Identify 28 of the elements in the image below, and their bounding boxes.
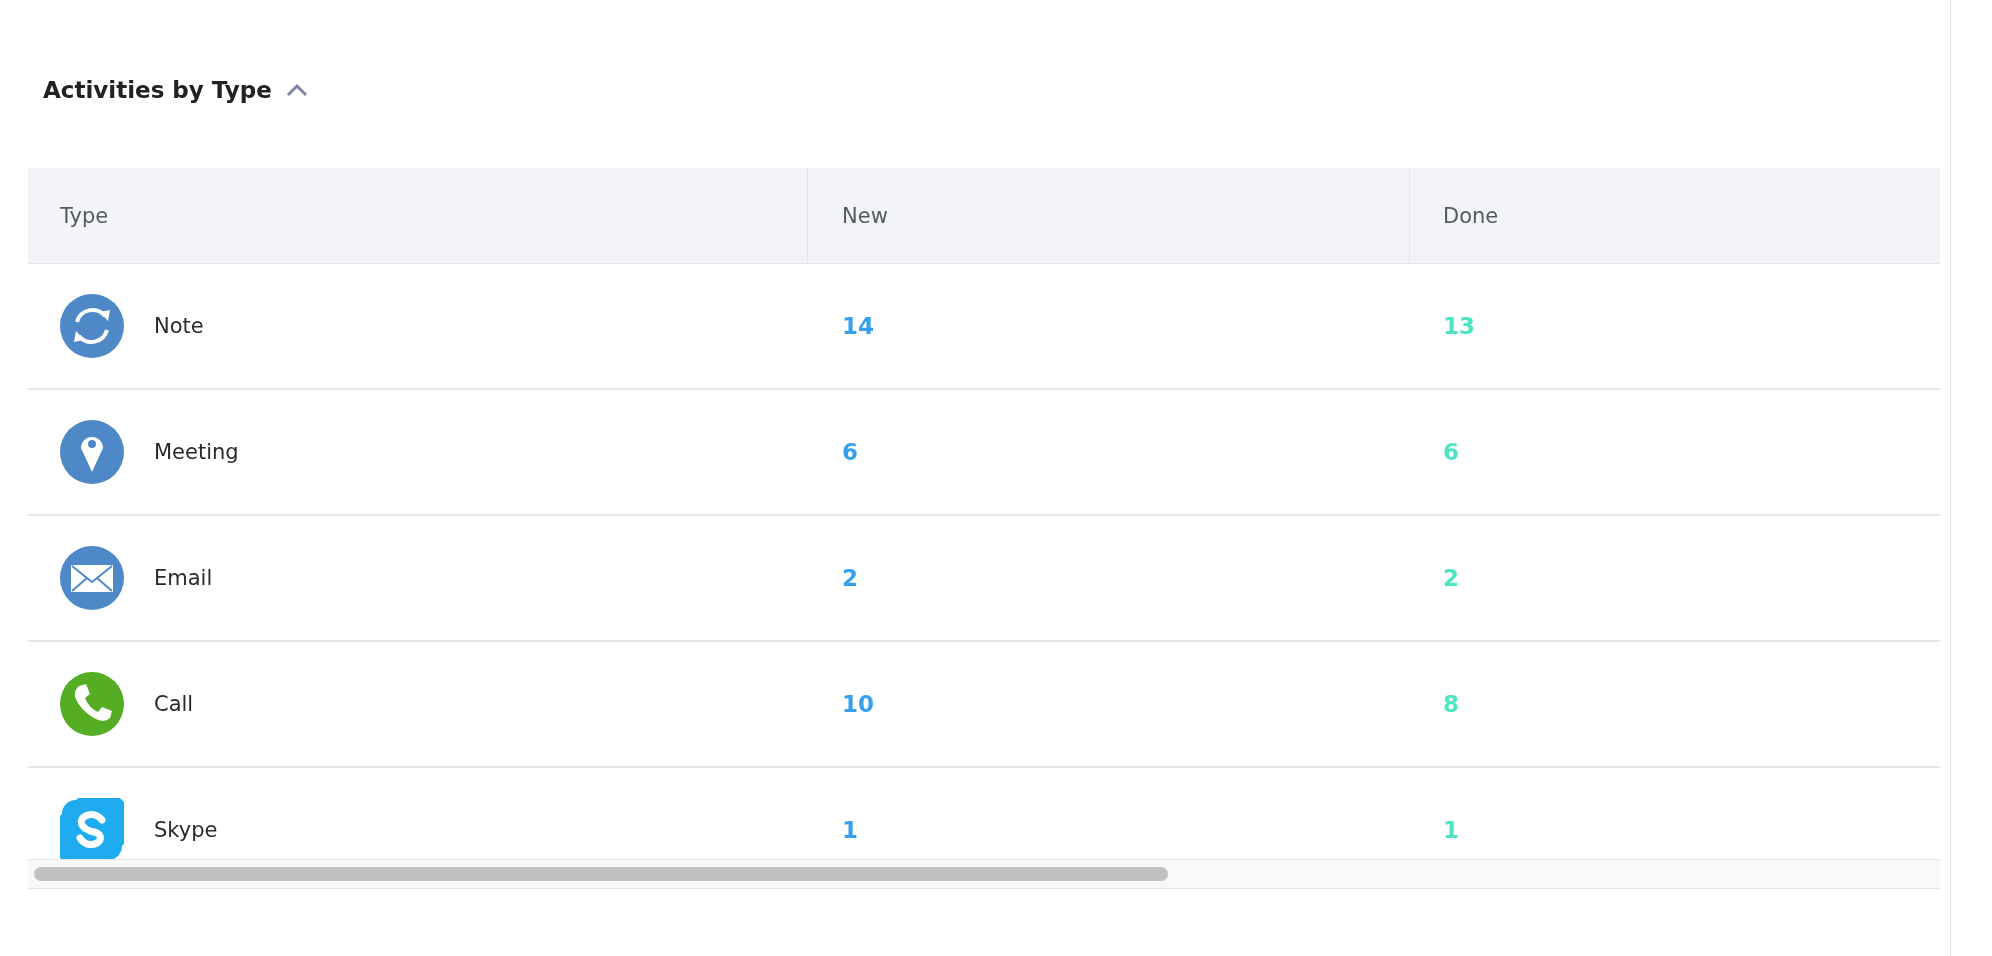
horizontal-scrollbar[interactable] xyxy=(28,859,1940,889)
skype-icon xyxy=(60,798,124,859)
activity-type: Note xyxy=(154,314,204,338)
new-count: 10 xyxy=(842,691,874,717)
new-count: 14 xyxy=(842,313,874,339)
done-count: 6 xyxy=(1443,439,1459,465)
new-count: 6 xyxy=(842,439,858,465)
scrollbar-thumb[interactable] xyxy=(34,867,1168,881)
activity-type: Email xyxy=(154,566,213,590)
activity-type: Skype xyxy=(154,818,218,842)
activity-type: Meeting xyxy=(154,440,239,464)
done-count: 2 xyxy=(1443,565,1459,591)
activity-type: Call xyxy=(154,692,194,716)
new-count: 1 xyxy=(842,817,858,843)
chevron-up-icon xyxy=(285,83,308,97)
call-icon xyxy=(60,672,124,736)
column-header: Type xyxy=(60,203,109,228)
collapse-toggle[interactable] xyxy=(285,83,308,97)
new-count: 2 xyxy=(842,565,858,591)
done-count: 13 xyxy=(1443,313,1475,339)
email-icon xyxy=(60,546,124,610)
column-header: Done xyxy=(1443,203,1499,228)
note-icon xyxy=(60,294,124,358)
section-title: Activities by Type xyxy=(43,77,272,103)
done-count: 1 xyxy=(1443,817,1459,843)
column-header: New xyxy=(842,203,888,228)
meeting-icon xyxy=(60,420,124,484)
done-count: 8 xyxy=(1443,691,1459,717)
